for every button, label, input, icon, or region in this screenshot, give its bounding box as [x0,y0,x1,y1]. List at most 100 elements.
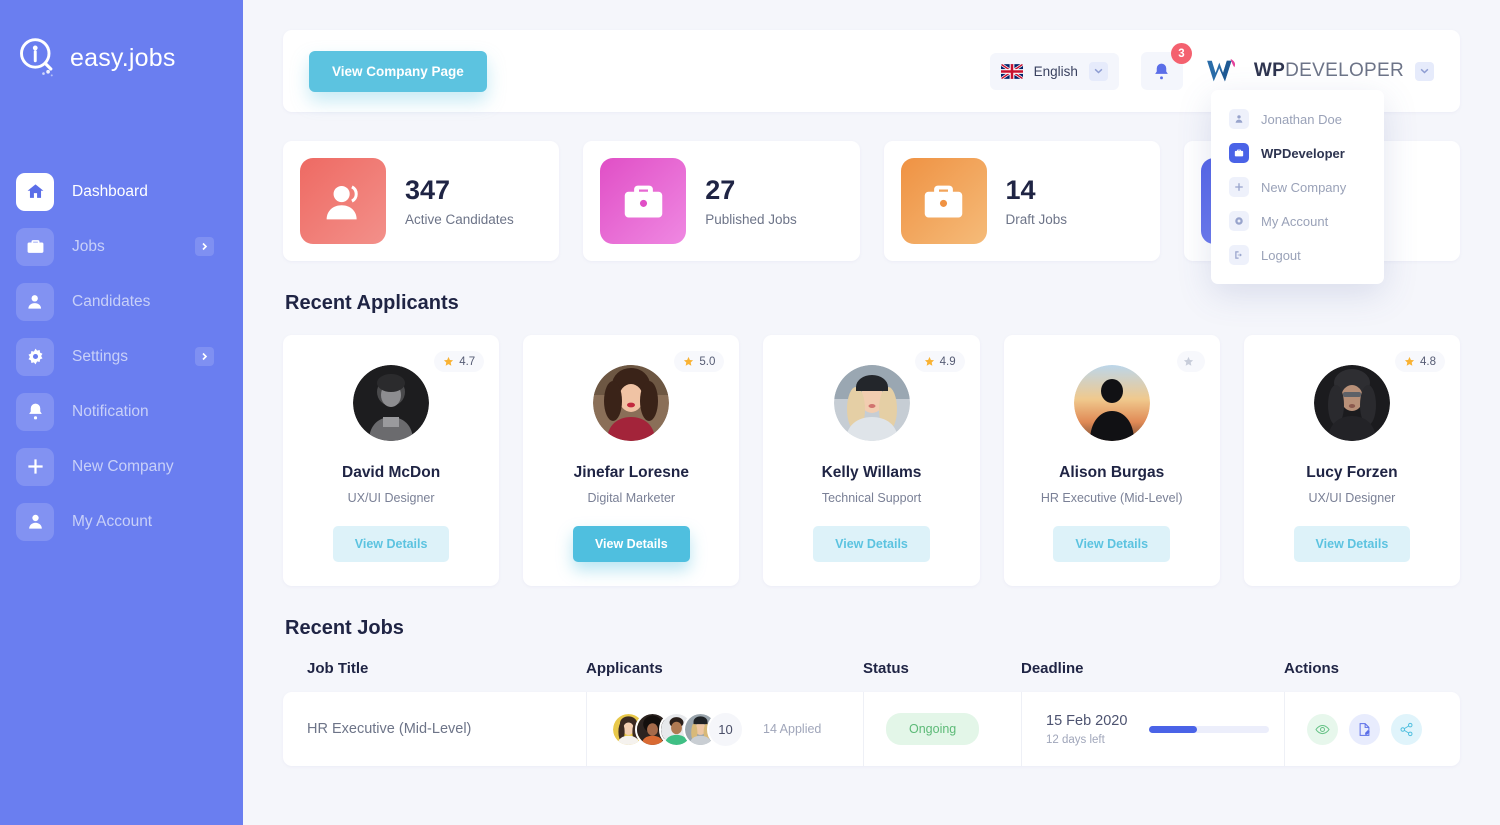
star-icon [444,356,454,366]
briefcase-icon [1229,143,1249,163]
eye-icon[interactable] [1307,713,1338,745]
status-badge: Ongoing [886,713,980,745]
cell-status: Ongoing [863,692,1021,766]
stat-value: 347 [405,174,451,205]
sidebar-item-label: Jobs [72,237,105,255]
sidebar-item-label: Settings [72,347,129,365]
chevron-down-icon[interactable] [1415,61,1434,81]
view-details-button[interactable]: View Details [572,526,690,562]
star-icon [684,356,694,366]
sidebar-item-new-company[interactable]: New Company [0,439,243,494]
dropdown-item-jonathan-doe[interactable]: Jonathan Doe [1211,102,1384,136]
applicant-card[interactable]: 5.0 Jinefar Loresne Digital Marketer Vie… [523,335,740,586]
sidebar-item-label: Candidates [72,292,151,310]
applied-count-text: 14 Applied [763,722,822,736]
applicant-role: HR Executive (Mid-Level) [1040,491,1183,505]
view-details-button[interactable]: View Details [1053,526,1171,562]
sidebar-item-settings[interactable]: Settings [0,329,243,384]
stat-card-active-candidates[interactable]: 347 Active Candidates [283,141,560,261]
rating-value: 4.9 [939,355,956,368]
view-details-button[interactable]: View Details [813,526,930,562]
dropdown-item-label: My Account [1261,213,1329,229]
notifications-button[interactable]: 3 [1140,43,1192,90]
column-header-deadline: Deadline [1021,660,1084,677]
applicant-role: UX/UI Designer [347,491,435,505]
recent-jobs-title: Recent Jobs [285,617,404,639]
sidebar-item-jobs[interactable]: Jobs [0,219,243,274]
applicant-role: Technical Support [821,491,922,505]
view-details-button[interactable]: View Details [332,526,450,562]
applicant-role: UX/UI Designer [1308,491,1396,505]
stat-card-draft-jobs[interactable]: 14 Draft Jobs [883,141,1160,261]
language-value: English [1033,63,1078,79]
stat-card-published-jobs[interactable]: 27 Published Jobs [583,141,860,261]
gear-icon [16,337,54,376]
applicant-name: Lucy Forzen [1306,464,1398,481]
stat-label: Active Candidates [405,212,514,228]
avatar [353,365,430,441]
applicant-avatar-stack: 10 [611,710,744,748]
view-company-page-button[interactable]: View Company Page [309,50,487,92]
share-icon[interactable] [1391,713,1422,745]
wpdeveloper-logo-icon [1205,56,1243,86]
view-details-button[interactable]: View Details [1293,526,1411,562]
rating-badge: 4.8 [1395,351,1446,372]
brand[interactable]: easy.jobs [0,20,243,82]
avatar [833,365,910,441]
sidebar-item-candidates[interactable]: Candidates [0,274,243,329]
chevron-right-icon[interactable] [195,347,214,366]
deadline-date: 15 Feb 2020 [1046,712,1128,729]
sidebar-item-label: New Company [72,457,174,475]
plus-icon [16,447,54,486]
rating-badge: 4.7 [434,351,485,372]
uk-flag-icon [1000,63,1023,79]
star-icon [1404,356,1415,366]
star-icon [924,356,934,366]
applicant-card[interactable]: 4.7 David McDon UX/UI Designer View Deta… [283,335,500,586]
dropdown-item-wpdeveloper[interactable]: WPDeveloper [1211,136,1384,170]
account-menu-button[interactable]: WPDEVELOPER [1205,56,1434,86]
chevron-right-icon[interactable] [195,237,214,256]
dropdown-item-my-account[interactable]: My Account [1211,204,1384,238]
language-selector[interactable]: English [989,52,1119,90]
dropdown-item-logout[interactable]: Logout [1211,238,1384,272]
column-header-status: Status [863,660,909,677]
dropdown-item-label: New Company [1261,179,1347,195]
app-root: easy.jobs Dashboard Jobs Candidates Sett… [0,0,1500,825]
briefcase-icon [600,158,687,244]
edit-document-icon[interactable] [1349,713,1380,745]
sidebar-item-notification[interactable]: Notification [0,384,243,439]
stat-value: 27 [705,174,736,205]
dropdown-item-label: Logout [1261,247,1301,263]
person-icon [1229,109,1249,129]
sidebar-nav: Dashboard Jobs Candidates Settings Notif… [0,164,243,549]
chevron-down-icon[interactable] [1088,61,1108,81]
account-dropdown-menu: Jonathan Doe WPDeveloper New Company My … [1211,90,1384,284]
user-icon [16,282,54,321]
sidebar-item-dashboard[interactable]: Dashboard [0,164,243,219]
sidebar-item-label: Notification [72,402,149,420]
deadline-days-left: 12 days left [1046,733,1105,746]
stat-value: 14 [1005,174,1036,205]
briefcase-icon [900,158,987,244]
applicant-name: Kelly Willams [821,464,922,481]
dropdown-item-new-company[interactable]: New Company [1211,170,1384,204]
account-name: WPDEVELOPER [1254,60,1404,82]
applicant-card[interactable]: 4.8 Lucy Forzen UX/UI Designer View Deta… [1243,335,1461,586]
applicant-card[interactable]: 4.9 Kelly Willams Technical Support View… [763,335,980,586]
avatar [1313,365,1390,441]
deadline-progress-bar [1149,725,1270,733]
sidebar-item-my-account[interactable]: My Account [0,494,243,549]
gear-icon [1229,211,1249,231]
applicant-role: Digital Marketer [587,491,676,505]
column-header-actions: Actions [1284,660,1340,677]
recent-applicants-title: Recent Applicants [285,292,459,314]
applicant-name: David McDon [342,464,441,481]
stat-label: Published Jobs [705,212,797,228]
avatar [1073,365,1150,441]
applicant-card[interactable]: Alison Burgas HR Executive (Mid-Level) V… [1003,335,1220,586]
column-header-applicants: Applicants [586,660,663,677]
row-action-buttons [1285,713,1422,745]
rating-badge: 5.0 [674,351,725,372]
table-row[interactable]: HR Executive (Mid-Level) 10 14 Applied O… [283,692,1460,766]
